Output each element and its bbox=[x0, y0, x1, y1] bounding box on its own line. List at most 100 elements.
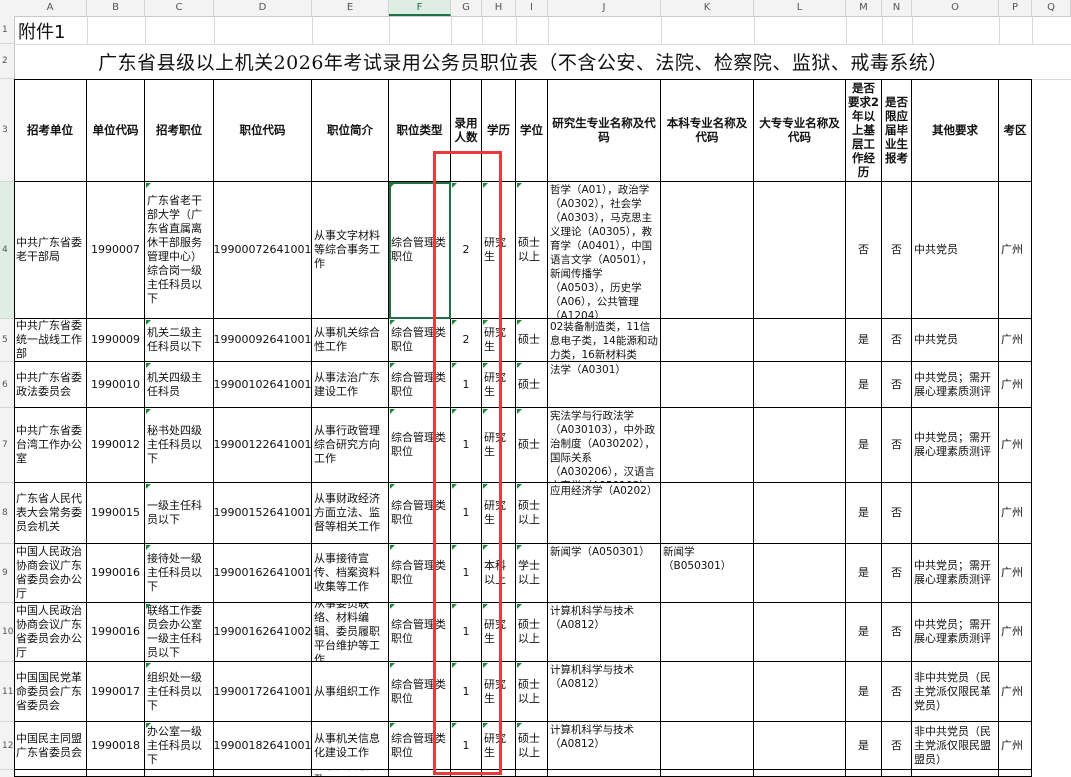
table-cell[interactable]: 研究生 bbox=[482, 603, 516, 662]
table-cell[interactable] bbox=[145, 770, 214, 777]
table-cell[interactable]: 从事委员联络、材料编辑、委员履职平台维护等工作 bbox=[312, 603, 389, 662]
column-header-h[interactable]: H bbox=[482, 0, 516, 16]
table-cell[interactable]: 研究生 bbox=[482, 362, 516, 408]
table-cell[interactable]: 否 bbox=[882, 408, 912, 483]
table-cell[interactable]: 1990016 bbox=[87, 544, 145, 603]
column-header-g[interactable]: G bbox=[451, 0, 482, 16]
table-cell[interactable]: 否 bbox=[882, 722, 912, 770]
table-cell[interactable]: 19900162641001 bbox=[214, 544, 312, 603]
table-cell[interactable]: 是 bbox=[846, 483, 882, 544]
table-cell[interactable]: 中共党员；需开展心理素质测评 bbox=[912, 362, 999, 408]
table-cell[interactable] bbox=[87, 770, 145, 777]
table-cell[interactable]: 19900072641001 bbox=[214, 182, 312, 319]
table-cell[interactable]: 19900152641001 bbox=[214, 483, 312, 544]
table-cell[interactable]: 1990010 bbox=[87, 362, 145, 408]
table-cell[interactable] bbox=[754, 544, 846, 603]
column-header-m[interactable]: M bbox=[846, 0, 882, 16]
table-cell[interactable]: 综合管理类职位 bbox=[389, 544, 451, 603]
table-cell[interactable]: 应用经济学（A0202） bbox=[548, 483, 661, 544]
table-cell[interactable] bbox=[846, 770, 882, 777]
row-header-9[interactable]: 9 bbox=[0, 544, 14, 603]
table-cell[interactable]: 中共党员；需开展心理素质测评 bbox=[912, 603, 999, 662]
table-cell[interactable]: 计算机科学与技术（A0812） bbox=[548, 722, 661, 770]
table-cell[interactable]: 1990012 bbox=[87, 408, 145, 483]
table-cell[interactable]: 1990007 bbox=[87, 182, 145, 319]
table-cell[interactable]: 哲学（A01），政治学（A0302），社会学（A0303），马克思主义理论（A0… bbox=[548, 182, 661, 319]
table-cell[interactable]: 1 bbox=[451, 603, 482, 662]
table-cell[interactable]: 综合管理类职位 bbox=[389, 362, 451, 408]
table-cell[interactable]: 硕士 bbox=[516, 319, 548, 362]
row-header-1[interactable]: 1 bbox=[0, 16, 14, 44]
table-cell[interactable]: 19900122641001 bbox=[214, 408, 312, 483]
table-cell[interactable]: 非中共党员（民主党派仅限民盟盟员） bbox=[912, 722, 999, 770]
table-cell[interactable]: 硕士以上 bbox=[516, 182, 548, 319]
table-cell[interactable]: 法学（A0301） bbox=[548, 362, 661, 408]
table-cell[interactable]: 中国国民党革命委员会广东省委员会 bbox=[14, 662, 87, 722]
table-cell[interactable]: 广东省人民代表大会常务委员会机关 bbox=[14, 483, 87, 544]
table-cell[interactable]: 1 bbox=[451, 544, 482, 603]
column-header-k[interactable]: K bbox=[661, 0, 754, 16]
table-cell[interactable] bbox=[661, 662, 754, 722]
column-header-a[interactable]: A bbox=[14, 0, 87, 16]
table-cell[interactable]: 否 bbox=[882, 362, 912, 408]
table-cell[interactable]: 19900162641002 bbox=[214, 603, 312, 662]
table-cell[interactable]: 广州 bbox=[999, 408, 1032, 483]
table-cell[interactable] bbox=[14, 770, 87, 777]
column-header-p[interactable]: P bbox=[999, 0, 1032, 16]
table-cell[interactable] bbox=[214, 770, 312, 777]
table-cell[interactable]: 计算机科学与技术（A0812） bbox=[548, 603, 661, 662]
table-cell[interactable]: 一级主任科员以下 bbox=[145, 483, 214, 544]
table-cell[interactable] bbox=[389, 770, 451, 777]
column-header-q[interactable]: Q bbox=[1032, 0, 1071, 16]
table-cell[interactable]: 研究生 bbox=[482, 319, 516, 362]
table-cell[interactable] bbox=[754, 770, 846, 777]
column-header-e[interactable]: E bbox=[312, 0, 389, 16]
table-cell[interactable]: 广州 bbox=[999, 483, 1032, 544]
table-cell[interactable]: 2 bbox=[451, 182, 482, 319]
table-cell[interactable]: 从事委员联络政 bbox=[312, 770, 389, 777]
table-cell[interactable]: 综合管理类职位 bbox=[389, 182, 451, 319]
table-cell[interactable]: 综合管理类职位 bbox=[389, 603, 451, 662]
row-header-10[interactable]: 10 bbox=[0, 603, 14, 662]
table-cell[interactable]: 中共广东省委老干部局 bbox=[14, 182, 87, 319]
table-cell[interactable]: 硕士以上 bbox=[516, 603, 548, 662]
table-cell[interactable] bbox=[548, 770, 661, 777]
table-cell[interactable] bbox=[451, 770, 482, 777]
table-cell[interactable]: 否 bbox=[882, 603, 912, 662]
table-cell[interactable]: 新闻学（B050301） bbox=[661, 544, 754, 603]
row-header-6[interactable]: 6 bbox=[0, 362, 14, 408]
table-cell[interactable]: 研究生 bbox=[482, 722, 516, 770]
table-cell[interactable] bbox=[661, 182, 754, 319]
table-cell[interactable]: 中国人民政治协商会议广东省委员会办公厅 bbox=[14, 544, 87, 603]
table-cell[interactable]: 19900182641001 bbox=[214, 722, 312, 770]
table-cell[interactable]: 是 bbox=[846, 319, 882, 362]
table-cell[interactable] bbox=[661, 362, 754, 408]
table-cell[interactable] bbox=[754, 483, 846, 544]
table-cell[interactable]: 组织处一级主任科员以下 bbox=[145, 662, 214, 722]
table-cell[interactable]: 非中共党员（民主党派仅限民革党员） bbox=[912, 662, 999, 722]
row-header-11[interactable]: 11 bbox=[0, 662, 14, 722]
table-cell[interactable]: 否 bbox=[846, 182, 882, 319]
table-cell[interactable]: 综合管理类职位 bbox=[389, 319, 451, 362]
table-cell[interactable]: 学士以上 bbox=[516, 544, 548, 603]
table-cell[interactable]: 研究生 bbox=[482, 408, 516, 483]
table-cell[interactable]: 广州 bbox=[999, 662, 1032, 722]
table-cell[interactable]: 2 bbox=[451, 319, 482, 362]
table-cell[interactable]: 中共广东省委统一战线工作部 bbox=[14, 319, 87, 362]
table-cell[interactable]: 从事财政经济方面立法、监督等相关工作 bbox=[312, 483, 389, 544]
table-cell[interactable]: 1 bbox=[451, 362, 482, 408]
table-cell[interactable]: 是 bbox=[846, 544, 882, 603]
table-cell[interactable]: 中共党员 bbox=[912, 182, 999, 319]
table-cell[interactable] bbox=[661, 603, 754, 662]
table-cell[interactable]: 广州 bbox=[999, 182, 1032, 319]
table-cell[interactable] bbox=[999, 770, 1032, 777]
table-cell[interactable]: 中共广东省委政法委员会 bbox=[14, 362, 87, 408]
table-cell[interactable]: 广州 bbox=[999, 362, 1032, 408]
table-cell[interactable]: 是 bbox=[846, 408, 882, 483]
table-cell[interactable]: 是 bbox=[846, 662, 882, 722]
table-cell[interactable] bbox=[754, 362, 846, 408]
table-cell[interactable]: 中国人民政治协商会议广东省委员会办公厅 bbox=[14, 603, 87, 662]
table-cell[interactable]: 综合管理类职位 bbox=[389, 408, 451, 483]
table-cell[interactable]: 广州 bbox=[999, 603, 1032, 662]
table-cell[interactable]: 硕士以上 bbox=[516, 483, 548, 544]
